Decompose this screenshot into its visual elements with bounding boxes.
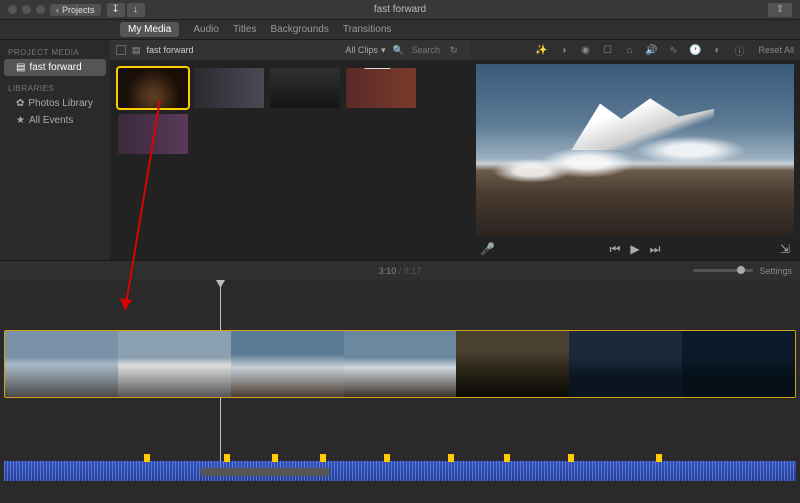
timeline-frame [682, 331, 795, 397]
sidebar-project-header: PROJECT MEDIA [0, 46, 110, 59]
info-icon[interactable]: ⓘ [732, 43, 746, 58]
clip-badge: 21,856 [364, 68, 391, 69]
timecode: 3:10 / 8:17 [379, 266, 422, 276]
film-icon: ▤ [132, 45, 141, 56]
search-icon[interactable]: 🔍 [391, 45, 405, 56]
tab-audio[interactable]: Audio [193, 24, 219, 35]
zoom-thumb[interactable] [737, 266, 745, 274]
zoom-slider[interactable] [693, 269, 753, 272]
clip-thumbnail[interactable] [270, 68, 340, 108]
clip-thumbnail[interactable] [118, 114, 188, 154]
minimize-dot[interactable] [22, 5, 31, 14]
timeline-header: 3:10 / 8:17 Settings [0, 260, 800, 280]
filter-icon[interactable]: ◐ [710, 45, 724, 56]
preview-canvas[interactable] [476, 64, 794, 236]
chevron-left-icon: ‹ [56, 5, 59, 15]
import-down-button[interactable]: ↓ [127, 3, 145, 17]
media-browser: ▤ fast forward All Clips ▾ 🔍 Search ↻ 21… [110, 40, 470, 260]
select-all-checkbox[interactable] [116, 45, 126, 55]
crop-icon[interactable]: ☐ [600, 45, 614, 56]
speed-icon[interactable]: 🕐 [688, 45, 702, 56]
browser-project-name: fast forward [147, 45, 194, 55]
preview-viewer: ✨ ◑ ◉ ☐ ⌂ 🔊 ∿ 🕐 ◐ ⓘ Reset All 🎤 ⏮ ▶ ⏭ [470, 40, 800, 260]
back-to-projects-button[interactable]: ‹ Projects [50, 4, 101, 16]
total-time: 8:17 [404, 266, 422, 276]
color-correct-icon[interactable]: ◉ [578, 45, 592, 56]
share-button[interactable]: ⇧ [768, 3, 792, 17]
sidebar: PROJECT MEDIA ▤ fast forward LIBRARIES ✿… [0, 40, 110, 260]
main-split: PROJECT MEDIA ▤ fast forward LIBRARIES ✿… [0, 40, 800, 260]
sidebar-item-label: All Events [29, 115, 73, 126]
media-tabs: My Media Audio Titles Backgrounds Transi… [0, 20, 800, 40]
close-dot[interactable] [8, 5, 17, 14]
reset-all-button[interactable]: Reset All [758, 45, 794, 55]
fullscreen-icon[interactable]: ⇲ [780, 242, 790, 256]
browser-toolbar: ▤ fast forward All Clips ▾ 🔍 Search ↻ [110, 40, 470, 60]
settings-button[interactable]: Settings [759, 266, 792, 276]
preview-image [476, 64, 794, 236]
timeline-frame [456, 331, 569, 397]
next-button[interactable]: ⏭ [650, 242, 661, 257]
import-buttons: ↧ ↓ [107, 3, 145, 17]
timeline-frame [5, 331, 118, 397]
timeline-frame [231, 331, 344, 397]
play-button[interactable]: ▶ [630, 242, 639, 256]
tab-my-media[interactable]: My Media [120, 22, 179, 37]
viewer-toolbar: ✨ ◑ ◉ ☐ ⌂ 🔊 ∿ 🕐 ◐ ⓘ Reset All [470, 40, 800, 60]
sidebar-item-photos[interactable]: ✿ Photos Library [0, 95, 110, 112]
color-balance-icon[interactable]: ◑ [556, 45, 570, 56]
filter-label: All Clips [345, 45, 378, 55]
import-media-button[interactable]: ↧ [107, 3, 125, 17]
traffic-lights [8, 5, 45, 14]
volume-icon[interactable]: 🔊 [644, 45, 658, 56]
video-track[interactable] [4, 330, 796, 398]
timeline-scrollbar[interactable] [200, 468, 330, 476]
back-label: Projects [62, 5, 95, 15]
clip-thumbnail[interactable] [194, 68, 264, 108]
sidebar-libraries-header: LIBRARIES [0, 82, 110, 95]
flower-icon: ✿ [16, 98, 24, 109]
chevron-down-icon: ▾ [381, 45, 386, 56]
clip-thumbnail[interactable] [118, 68, 188, 108]
sidebar-item-all-events[interactable]: ★ All Events [0, 112, 110, 129]
film-icon: ▤ [16, 62, 25, 73]
timeline-frame [118, 331, 231, 397]
tab-transitions[interactable]: Transitions [343, 24, 392, 35]
star-icon: ★ [16, 115, 25, 126]
sidebar-item-label: Photos Library [28, 98, 92, 109]
prev-button[interactable]: ⏮ [610, 242, 621, 257]
timeline-frame [569, 331, 682, 397]
clip-thumbnail[interactable]: 21,856 [346, 68, 416, 108]
window-titlebar: ‹ Projects ↧ ↓ fast forward ⇧ [0, 0, 800, 20]
current-time: 3:10 [379, 266, 397, 276]
window-title: fast forward [374, 4, 426, 15]
list-toggle-icon[interactable]: ↻ [450, 45, 464, 56]
clips-grid: 21,856 [110, 60, 470, 162]
sidebar-item-label: fast forward [29, 62, 81, 73]
clip-filter-dropdown[interactable]: All Clips ▾ [345, 45, 385, 56]
stabilize-icon[interactable]: ⌂ [622, 45, 636, 56]
search-placeholder: Search [411, 45, 440, 55]
tab-backgrounds[interactable]: Backgrounds [270, 24, 328, 35]
noise-icon[interactable]: ∿ [666, 45, 680, 56]
wand-icon[interactable]: ✨ [534, 45, 548, 56]
tab-titles[interactable]: Titles [233, 24, 257, 35]
zoom-controls: Settings [693, 266, 792, 276]
timeline[interactable] [0, 280, 800, 480]
zoom-dot[interactable] [36, 5, 45, 14]
sidebar-item-project[interactable]: ▤ fast forward [4, 59, 106, 76]
microphone-icon[interactable]: 🎤 [480, 242, 495, 256]
timeline-frame [344, 331, 457, 397]
playback-controls: 🎤 ⏮ ▶ ⏭ ⇲ [470, 238, 800, 260]
